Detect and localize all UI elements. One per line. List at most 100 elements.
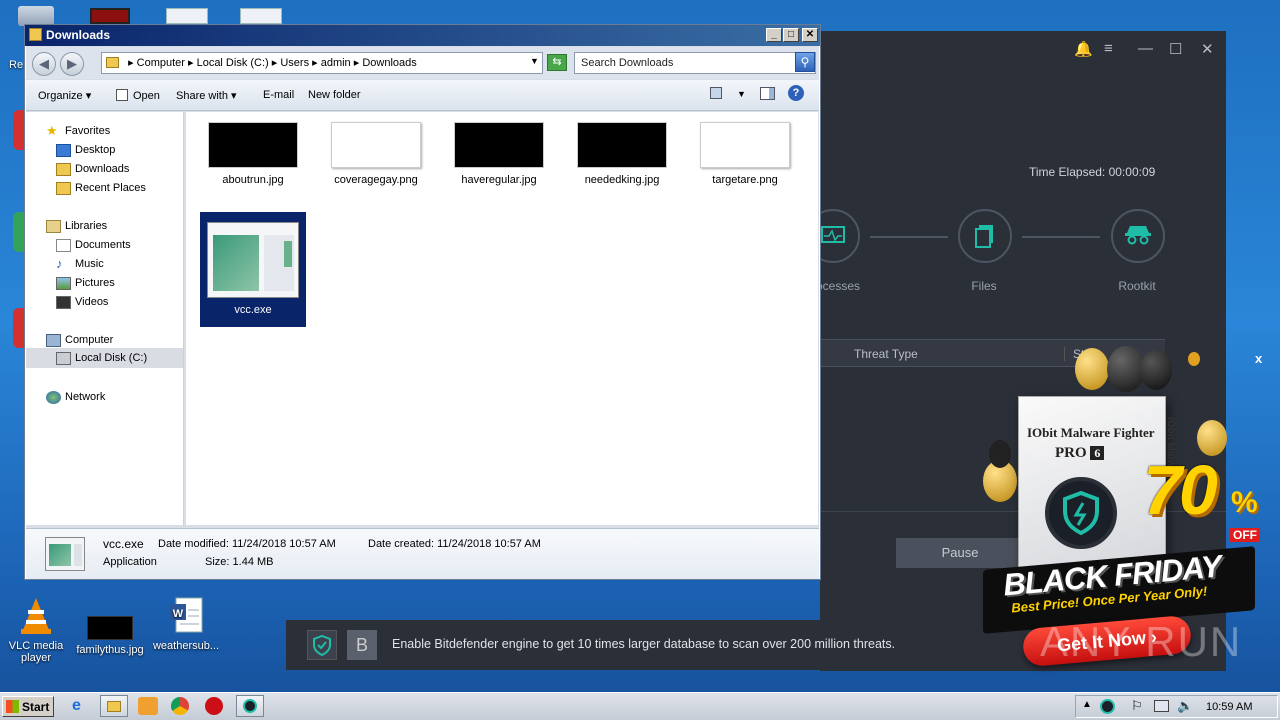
nav-downloads[interactable]: Downloads	[56, 160, 129, 178]
iobit-taskbar-icon[interactable]	[236, 695, 264, 717]
forward-button[interactable]: ▶	[60, 52, 84, 76]
documents-icon	[56, 238, 71, 252]
files-icon	[975, 225, 993, 248]
chevron-down-icon[interactable]: ▼	[737, 89, 746, 99]
menu-icon[interactable]: ≡	[1104, 40, 1113, 57]
version-badge: 6	[1090, 446, 1105, 460]
breadcrumb: ▸ Computer ▸ Local Disk (C:) ▸ Users ▸ a…	[128, 57, 417, 69]
nav-music[interactable]: ♪ Music	[56, 255, 104, 273]
help-icon[interactable]: ?	[788, 85, 804, 101]
maximize-button[interactable]: □	[783, 28, 799, 42]
file-name: aboutrun.jpg	[222, 174, 284, 186]
start-button[interactable]: Start	[2, 696, 54, 717]
breadcrumb-admin[interactable]: admin	[321, 57, 351, 69]
new-folder-button[interactable]: New folder	[308, 89, 361, 101]
file-name: neededking.jpg	[584, 174, 660, 186]
file-item-selected[interactable]: vcc.exe	[200, 212, 306, 327]
view-options-icon[interactable]	[710, 87, 722, 99]
network-tray-icon[interactable]	[1154, 700, 1169, 712]
music-icon: ♪	[56, 255, 63, 271]
chevron-down-icon[interactable]: ▼	[530, 56, 539, 66]
file-list: aboutrun.jpg coveragegay.png haveregular…	[186, 112, 818, 525]
opera-icon[interactable]	[205, 697, 223, 715]
exe-thumbnail	[207, 222, 299, 298]
breadcrumb-local-disk[interactable]: Local Disk (C:)	[197, 57, 269, 69]
preview-pane-icon[interactable]	[760, 87, 775, 100]
file-item[interactable]: aboutrun.jpg	[200, 122, 306, 186]
detail-file-name: vcc.exe	[103, 537, 144, 551]
desktop-icon-weathersub[interactable]: W weathersub...	[148, 596, 224, 652]
stage-connector	[870, 236, 948, 238]
downloads-folder-icon	[56, 162, 71, 176]
nav-recent-places[interactable]: Recent Places	[56, 179, 146, 197]
desktop-top-icon[interactable]	[90, 8, 130, 24]
nav-computer[interactable]: Computer	[46, 331, 113, 349]
nav-libraries[interactable]: Libraries	[46, 217, 107, 235]
address-bar[interactable]: ▸ Computer ▸ Local Disk (C:) ▸ Users ▸ a…	[101, 52, 543, 74]
image-thumbnail	[208, 122, 298, 168]
search-input[interactable]: Search Downloads ⚲	[574, 52, 816, 74]
flag-icon[interactable]: ⚐	[1131, 698, 1143, 714]
search-icon[interactable]: ⚲	[795, 52, 815, 72]
file-name: targetare.png	[712, 174, 778, 186]
explorer-titlebar[interactable]: Downloads _ □ ✕	[25, 25, 820, 46]
open-button[interactable]: Open	[116, 89, 160, 102]
file-item[interactable]: haveregular.jpg	[446, 122, 552, 186]
email-button[interactable]: E-mail	[263, 89, 294, 101]
show-hidden-icons[interactable]: ▲	[1082, 699, 1092, 710]
product-edition: PRO 6	[1055, 445, 1105, 462]
desktop-top-icon[interactable]	[166, 8, 208, 24]
volume-icon[interactable]: 🔈	[1177, 698, 1193, 714]
star-icon: ★	[46, 122, 58, 138]
iobit-tray-icon[interactable]	[1100, 699, 1115, 714]
minimize-button[interactable]: _	[766, 28, 782, 42]
nav-favorites[interactable]: ★ Favorites	[46, 122, 110, 140]
folder-icon	[29, 28, 42, 41]
chrome-icon[interactable]	[171, 697, 189, 715]
organize-button[interactable]: Organize ▾	[38, 89, 91, 102]
nav-local-disk[interactable]: Local Disk (C:)	[56, 349, 147, 367]
nav-videos[interactable]: Videos	[56, 293, 108, 311]
command-bar: Organize ▾ Open Share with ▾ E-mail New …	[26, 80, 819, 111]
notification-bell-icon[interactable]: 🔔	[1074, 40, 1093, 58]
notification-text[interactable]: Enable Bitdefender engine to get 10 time…	[392, 637, 895, 651]
back-button[interactable]: ◀	[32, 52, 56, 76]
file-name: vcc.exe	[234, 304, 272, 316]
file-item[interactable]: neededking.jpg	[569, 122, 675, 186]
rootkit-icon	[1125, 226, 1151, 245]
close-button[interactable]: ✕	[802, 28, 818, 42]
image-thumbnail	[454, 122, 544, 168]
minimize-icon[interactable]: —	[1138, 40, 1153, 57]
image-thumbnail	[331, 122, 421, 168]
nav-pictures[interactable]: Pictures	[56, 274, 115, 292]
nav-documents[interactable]: Documents	[56, 236, 131, 254]
ie-icon[interactable]: e	[72, 697, 92, 715]
breadcrumb-computer[interactable]: Computer	[137, 57, 185, 69]
desktop-top-icon[interactable]	[240, 8, 282, 24]
file-item[interactable]: targetare.png	[692, 122, 798, 186]
desktop-icon-label: familythus.jpg	[76, 644, 144, 656]
ad-close-button[interactable]: x	[1255, 351, 1262, 366]
clock[interactable]: 10:59 AM	[1206, 701, 1252, 713]
discount-percent: %	[1231, 486, 1258, 519]
refresh-button[interactable]: ⇆	[547, 54, 567, 71]
maximize-icon[interactable]: ☐	[1169, 40, 1182, 58]
product-name: IObit Malware Fighter	[1027, 425, 1155, 440]
nav-network[interactable]: Network	[46, 388, 105, 406]
image-thumbnail	[700, 122, 790, 168]
nav-desktop[interactable]: Desktop	[56, 141, 115, 159]
media-player-icon[interactable]	[138, 697, 158, 715]
breadcrumb-downloads[interactable]: Downloads	[362, 57, 416, 69]
explorer-taskbar-icon[interactable]	[100, 695, 128, 717]
desktop-icon-label: VLC media player	[8, 640, 64, 664]
desktop-icon-familythus[interactable]: familythus.jpg	[72, 596, 148, 656]
share-with-button[interactable]: Share with ▾	[176, 89, 237, 102]
file-item[interactable]: coveragegay.png	[323, 122, 429, 186]
detail-file-type: Application	[103, 556, 157, 568]
close-icon[interactable]: ✕	[1201, 40, 1214, 58]
recycle-bin-icon[interactable]	[18, 6, 54, 26]
discount-off: OFF	[1230, 528, 1260, 542]
desktop-icon-vlc[interactable]: VLC media player	[0, 596, 74, 664]
breadcrumb-users[interactable]: Users	[280, 57, 309, 69]
svg-text:W: W	[173, 608, 184, 620]
